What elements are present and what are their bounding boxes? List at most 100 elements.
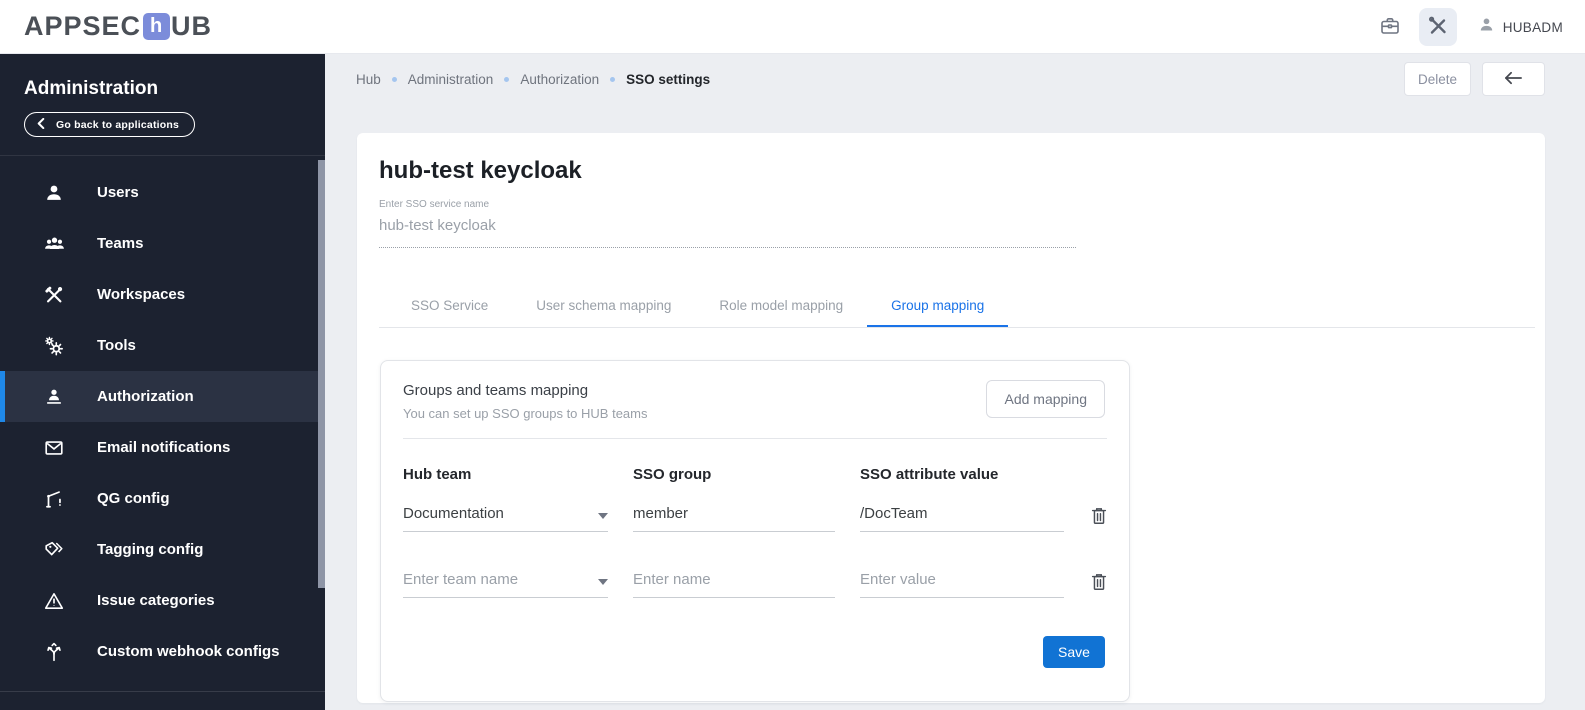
- sidebar-item-label: Tools: [97, 337, 136, 354]
- person-icon: [1477, 15, 1496, 39]
- sidebar-scrollbar[interactable]: [318, 160, 325, 588]
- sso-settings-panel: hub-test keycloak Enter SSO service name…: [357, 133, 1545, 703]
- trash-icon: [1089, 508, 1109, 530]
- column-header-sso-group: SSO group: [633, 466, 712, 483]
- gears-icon: [42, 335, 66, 357]
- sidebar-item-label: Authorization: [97, 388, 194, 405]
- construction-icon: [42, 284, 66, 306]
- sso-attribute-value-input[interactable]: [860, 505, 1064, 522]
- sso-attribute-cell: [860, 503, 1064, 532]
- sidebar-item-issue-categories[interactable]: Issue categories: [0, 575, 325, 626]
- sidebar-nav: Users Teams Workspaces Tools Authorizati…: [0, 167, 325, 677]
- build-tools-icon: [1426, 14, 1450, 41]
- hub-team-select[interactable]: Enter team name: [403, 569, 608, 598]
- sidebar-item-label: Workspaces: [97, 286, 186, 303]
- settings-tabs: SSO Service User schema mapping Role mod…: [379, 284, 1535, 328]
- mapping-table: Hub team SSO group SSO attribute value D…: [381, 466, 1129, 598]
- back-button[interactable]: [1482, 62, 1545, 96]
- sidebar-title: Administration: [24, 78, 159, 99]
- chevron-left-icon: [37, 117, 45, 132]
- sidebar-item-label: QG config: [97, 490, 170, 507]
- sidebar-item-label: Teams: [97, 235, 144, 252]
- go-back-label: Go back to applications: [56, 118, 180, 131]
- logo-text-prefix: APPSEC: [24, 11, 142, 41]
- sidebar-item-label: Custom webhook configs: [97, 643, 280, 660]
- mapping-row: Documentation: [403, 503, 1107, 532]
- breadcrumb: Hub Administration Authorization SSO set…: [356, 54, 710, 104]
- sso-service-name-field: Enter SSO service name: [379, 199, 1076, 248]
- admin-tools-button[interactable]: [1418, 8, 1457, 46]
- sidebar-divider: [0, 155, 325, 156]
- sidebar-item-custom-webhook-configs[interactable]: Custom webhook configs: [0, 626, 325, 677]
- page-title: hub-test keycloak: [379, 157, 582, 184]
- go-back-to-applications-button[interactable]: Go back to applications: [24, 112, 196, 137]
- sso-service-name-input[interactable]: [379, 210, 1076, 248]
- sso-attribute-cell: [860, 569, 1064, 598]
- sidebar-item-tools[interactable]: Tools: [0, 320, 325, 371]
- breadcrumb-sso-settings: SSO settings: [626, 71, 711, 87]
- sidebar-item-tagging-config[interactable]: Tagging config: [0, 524, 325, 575]
- sidebar-item-qg-config[interactable]: QG config: [0, 473, 325, 524]
- appsechub-logo: APPSEC h UB: [24, 11, 212, 42]
- sidebar-bottom-divider: [0, 691, 325, 692]
- group-icon: [42, 232, 66, 255]
- sso-group-input[interactable]: [633, 505, 835, 522]
- sso-group-cell: [633, 569, 835, 598]
- breadcrumb-hub[interactable]: Hub: [356, 72, 381, 87]
- sso-group-cell: [633, 503, 835, 532]
- page-actions: Delete: [1404, 62, 1545, 96]
- hub-team-select[interactable]: Documentation: [403, 503, 608, 532]
- tab-group-mapping[interactable]: Group mapping: [867, 284, 1008, 327]
- sidebar-item-teams[interactable]: Teams: [0, 218, 325, 269]
- delete-button[interactable]: Delete: [1404, 62, 1471, 96]
- header-actions: HUBADM: [1371, 0, 1563, 54]
- delete-row-button[interactable]: [1089, 505, 1109, 530]
- briefcase-button[interactable]: [1371, 8, 1409, 46]
- tab-role-model-mapping[interactable]: Role model mapping: [695, 284, 867, 327]
- tab-user-schema-mapping[interactable]: User schema mapping: [512, 284, 695, 327]
- delete-row-button[interactable]: [1089, 571, 1109, 596]
- sidebar-item-email-notifications[interactable]: Email notifications: [0, 422, 325, 473]
- card-header-divider: [403, 438, 1107, 439]
- sidebar-item-label: Tagging config: [97, 541, 204, 558]
- sidebar-item-users[interactable]: Users: [0, 167, 325, 218]
- tag-icon: [42, 539, 66, 561]
- sidebar-item-workspaces[interactable]: Workspaces: [0, 269, 325, 320]
- row-actions: [1089, 503, 1109, 532]
- sso-attribute-value-input[interactable]: [860, 571, 1064, 588]
- mapping-table-header: Hub team SSO group SSO attribute value: [403, 466, 1107, 483]
- mapping-row: Enter team name: [403, 569, 1107, 598]
- logo-h-mark-icon: h: [143, 13, 171, 40]
- person-podium-icon: [42, 386, 66, 408]
- sidebar-item-label: Issue categories: [97, 592, 215, 609]
- add-mapping-button[interactable]: Add mapping: [986, 380, 1105, 418]
- logo-text-suffix: UB: [171, 11, 213, 41]
- hub-team-selected-value: Documentation: [403, 505, 504, 522]
- column-header-sso-attribute-value: SSO attribute value: [860, 466, 999, 483]
- sidebar-item-label: Email notifications: [97, 439, 231, 456]
- column-header-hub-team: Hub team: [403, 466, 472, 483]
- chevron-down-icon: [598, 513, 608, 519]
- hub-team-placeholder: Enter team name: [403, 571, 519, 588]
- breadcrumb-dot-icon: [391, 76, 397, 82]
- breadcrumb-administration[interactable]: Administration: [408, 72, 494, 87]
- save-button[interactable]: Save: [1043, 636, 1105, 668]
- warning-triangle-icon: [42, 590, 66, 612]
- tab-sso-service[interactable]: SSO Service: [387, 284, 512, 327]
- trash-icon: [1089, 574, 1109, 596]
- chevron-down-icon: [598, 579, 608, 585]
- breadcrumb-authorization[interactable]: Authorization: [520, 72, 599, 87]
- sidebar-item-authorization[interactable]: Authorization: [0, 371, 325, 422]
- arrow-left-icon: [1504, 71, 1523, 88]
- user-name-label: HUBADM: [1502, 19, 1563, 35]
- user-icon: [42, 182, 66, 204]
- user-menu[interactable]: HUBADM: [1477, 15, 1563, 39]
- sso-group-input[interactable]: [633, 571, 835, 588]
- row-actions: [1089, 569, 1109, 598]
- card-header: Groups and teams mapping You can set up …: [381, 361, 1129, 438]
- sso-service-name-label: Enter SSO service name: [379, 199, 490, 210]
- breadcrumb-dot-icon: [504, 76, 510, 82]
- sidebar-item-label: Users: [97, 184, 139, 201]
- split-arrows-icon: [42, 641, 66, 663]
- admin-sidebar: Administration Go back to applications U…: [0, 54, 325, 710]
